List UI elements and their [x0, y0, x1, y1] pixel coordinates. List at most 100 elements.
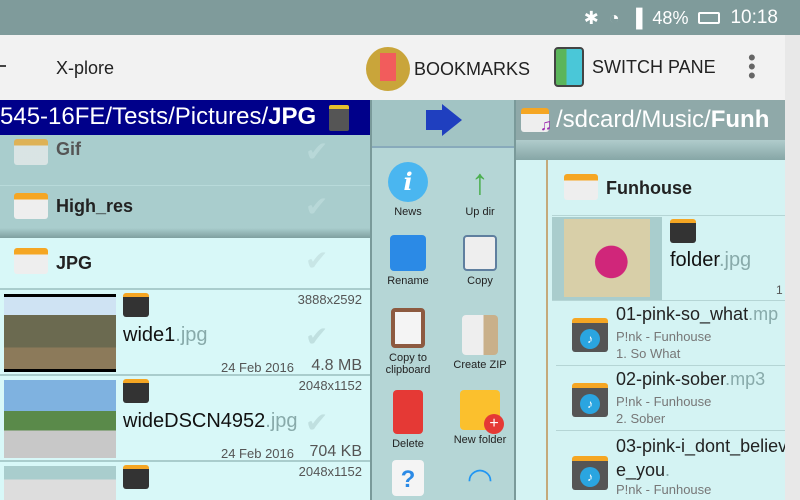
- folder-icon: [14, 248, 48, 274]
- path-current: JPG: [268, 103, 317, 130]
- folder-name: Gif: [56, 139, 81, 159]
- file-row[interactable]: 2048x1152 wideDSCN4952.jpg ✔ 24 Feb 2016…: [0, 376, 370, 461]
- battery-charging-icon: [698, 12, 721, 24]
- resolution: 3888x2592: [297, 292, 362, 307]
- folder-name: High_res: [56, 196, 134, 216]
- image-thumbnail: [4, 294, 116, 372]
- file-date: 24 Feb 2016: [220, 360, 294, 375]
- wifi-icon: ◠: [466, 463, 494, 496]
- divider: [516, 140, 785, 160]
- folder-row[interactable]: Gif ✔: [0, 135, 370, 180]
- up-dir-button[interactable]: ↑ Up dir: [444, 162, 516, 219]
- new-folder-button[interactable]: + New folder: [444, 390, 516, 446]
- song-row[interactable]: ♪ 01-pink-so_what.mp P!nk - Funhouse 1. …: [556, 302, 785, 366]
- image-thumbnail: [4, 380, 116, 458]
- file-name: wideDSCN4952.jpg: [123, 410, 298, 432]
- overflow-menu-icon[interactable]: • • •: [748, 47, 756, 87]
- bookmark-icon: [366, 47, 410, 91]
- file-size: 4.8 MB: [311, 357, 362, 374]
- image-file-icon: [123, 293, 149, 317]
- bookmarks-label: BOOKMARKS: [414, 58, 531, 79]
- song-track: 1. So What: [616, 346, 681, 361]
- song-artist: P!nk - Funhouse: [616, 482, 712, 497]
- image-file-icon: [123, 379, 149, 403]
- delete-button[interactable]: Delete: [372, 390, 444, 450]
- new-folder-icon: +: [460, 390, 504, 434]
- back-icon[interactable]: [0, 65, 6, 67]
- wifi-icon: ◔: [608, 7, 620, 28]
- left-path-bar[interactable]: 545-16FE/Tests/Pictures/JPG: [0, 100, 370, 135]
- wifi-share-button[interactable]: ◠: [444, 462, 516, 496]
- info-icon: i: [388, 162, 428, 202]
- right-path-bar[interactable]: ♫ /sdcard/Music/Funh: [516, 100, 785, 140]
- folder-icon: [14, 193, 48, 219]
- help-icon: ?: [392, 460, 424, 496]
- song-row[interactable]: ♪ 02-pink-sober.mp3 P!nk - Funhouse 2. S…: [556, 367, 785, 431]
- file-name: 03-pink-i_dont_believe_you.: [616, 436, 785, 480]
- file-row[interactable]: 2048x1152: [0, 462, 370, 500]
- file-name: wide1.jpg: [123, 324, 208, 346]
- zip-icon: [462, 315, 498, 355]
- rename-button[interactable]: Rename: [372, 235, 444, 287]
- file-row[interactable]: 3888x2592 wide1.jpg ✔ 24 Feb 2016 4.8 MB: [0, 290, 370, 375]
- music-file-icon: ♪: [572, 383, 608, 417]
- folder-icon: [564, 174, 598, 200]
- app-title: X-plore: [56, 58, 115, 78]
- folder-icon: [14, 139, 48, 165]
- image-file-icon: [123, 465, 149, 489]
- app-bar: X-plore BOOKMARKS SWITCH PANE • • •: [0, 35, 785, 100]
- bluetooth-icon: ✱: [583, 7, 599, 28]
- news-button[interactable]: i News: [372, 162, 444, 218]
- file-row[interactable]: folder.jpg 1: [552, 217, 785, 301]
- resolution: 2048x1152: [298, 464, 362, 479]
- trash-icon: [393, 390, 423, 434]
- screen-edge: [785, 35, 800, 500]
- song-artist: P!nk - Funhouse: [616, 394, 712, 409]
- sd-card-icon: [328, 104, 349, 131]
- folder-row-current[interactable]: Funhouse: [552, 162, 785, 216]
- song-artist: P!nk - Funhouse: [616, 329, 712, 344]
- copy-to-clipboard-button[interactable]: Copy to clipboard: [372, 308, 444, 376]
- switch-pane-button[interactable]: SWITCH PANE: [554, 47, 716, 87]
- music-folder-icon: ♫: [521, 108, 552, 134]
- divider: [0, 228, 370, 238]
- folder-row[interactable]: High_res ✔: [0, 185, 370, 228]
- clock: 10:18: [730, 7, 778, 28]
- music-file-icon: ♪: [572, 318, 608, 352]
- tree-line: [546, 160, 548, 500]
- clipboard-icon: [391, 308, 425, 348]
- path-prefix: /sdcard/Music/: [556, 106, 711, 133]
- song-row[interactable]: ♪ 03-pink-i_dont_believe_you. P!nk - Fun…: [556, 432, 785, 500]
- song-track: 2. Sober: [616, 411, 666, 426]
- resolution: 2048x1152: [298, 378, 362, 393]
- file-size: 1: [776, 283, 783, 297]
- file-name: 02-pink-sober.mp3: [616, 369, 766, 389]
- create-zip-button[interactable]: Create ZIP: [444, 315, 516, 371]
- copy-icon: [463, 235, 497, 271]
- copy-direction-arrow-icon[interactable]: [372, 100, 514, 148]
- image-file-icon: [670, 219, 696, 243]
- path-prefix: 545-16FE/Tests/Pictures/: [0, 103, 269, 130]
- help-button[interactable]: ?: [372, 460, 444, 496]
- copy-button[interactable]: Copy: [444, 235, 516, 287]
- switch-pane-icon: [554, 47, 584, 87]
- toolbar-pane: i News ↑ Up dir Rename Copy Copy to clipbo…: [370, 100, 516, 500]
- check-icon[interactable]: ✔: [305, 190, 328, 223]
- folder-name: Funhouse: [606, 178, 692, 198]
- bookmarks-button[interactable]: BOOKMARKS: [366, 47, 530, 91]
- check-icon[interactable]: ✔: [305, 135, 328, 168]
- status-bar: ✱ ◔ ▐ 48% 10:18: [0, 0, 800, 35]
- folder-name: JPG: [56, 253, 93, 273]
- right-pane: ♫ /sdcard/Music/Funh Funhouse folder.jpg…: [516, 100, 785, 500]
- music-file-icon: ♪: [572, 456, 608, 490]
- battery-percent: 48%: [652, 7, 689, 28]
- check-icon[interactable]: ✔: [305, 320, 328, 353]
- folder-row-current[interactable]: JPG ✔: [0, 238, 370, 288]
- left-pane: 545-16FE/Tests/Pictures/JPG Gif ✔ High_r…: [0, 100, 370, 500]
- path-current: Funh: [710, 106, 770, 133]
- check-icon[interactable]: ✔: [305, 244, 328, 277]
- pencil-icon: [390, 235, 426, 271]
- check-icon[interactable]: ✔: [305, 406, 328, 439]
- image-thumbnail: [4, 466, 116, 500]
- switch-pane-label: SWITCH PANE: [592, 56, 716, 77]
